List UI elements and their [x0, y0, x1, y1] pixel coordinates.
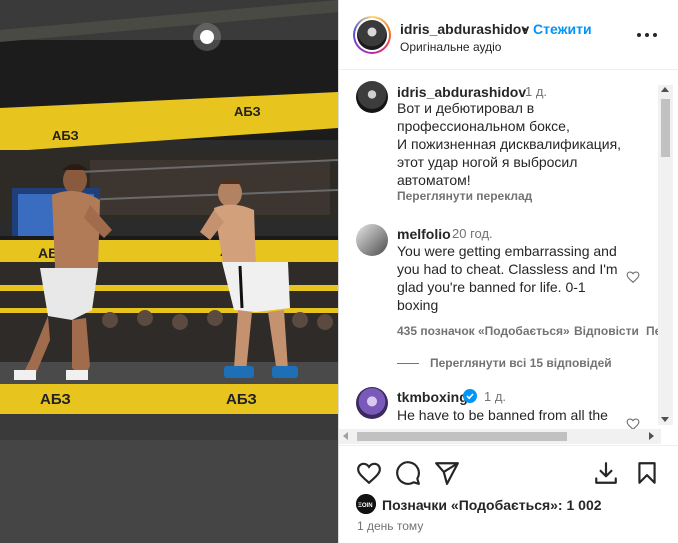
comments-section[interactable]: idris_abdurashidov 1 д. Вот и дебютирова… [339, 71, 678, 443]
author-username[interactable]: idris_abdurashidov [400, 21, 529, 37]
liker-avatar[interactable]: ΞOIN [356, 494, 376, 514]
likes-count[interactable]: Позначки «Подобається»: 1 002 [382, 497, 602, 513]
scroll-down-arrow-icon[interactable] [661, 417, 669, 422]
boxing-photo: АБЗ АБЗ АБЗ АБЗ АБЗ АБЗ [0, 0, 338, 543]
post-actions: ΞOIN Позначки «Подобається»: 1 002 1 ден… [339, 445, 678, 543]
caption-author-avatar[interactable] [356, 81, 388, 113]
caption-username[interactable]: idris_abdurashidov [397, 84, 526, 100]
author-avatar[interactable] [353, 16, 391, 54]
comment-reply-button[interactable]: Відповісти [574, 324, 639, 338]
post-header: idris_abdurashidov • Стежити Оригінальне… [339, 0, 678, 70]
comments-horizontal-scrollbar[interactable] [339, 429, 661, 444]
bookmark-icon[interactable] [634, 460, 660, 486]
horizontal-scrollbar-thumb[interactable] [357, 432, 567, 441]
comment-text: You were getting embarrassing and you ha… [397, 243, 618, 313]
post-timestamp: 1 день тому [357, 519, 424, 533]
comment-like-heart-icon[interactable] [626, 270, 640, 284]
post-panel: idris_abdurashidov • Стежити Оригінальне… [338, 0, 678, 543]
banner-text-2: АБЗ [234, 104, 261, 119]
scroll-up-arrow-icon[interactable] [661, 87, 669, 92]
svg-text:ΞOIN: ΞOIN [358, 503, 373, 509]
comment-username[interactable]: melfolio [397, 226, 451, 242]
header-separator: • [522, 21, 527, 37]
comment-time: 20 год. [452, 226, 493, 241]
caption-time: 1 д. [525, 84, 548, 99]
scroll-left-arrow-icon[interactable] [343, 432, 348, 440]
send-icon[interactable] [434, 460, 460, 486]
download-icon[interactable] [593, 460, 619, 486]
comment-avatar[interactable] [356, 387, 388, 419]
see-translation-link[interactable]: Переглянути переклад [397, 189, 532, 203]
banner-text-1: АБЗ [52, 128, 79, 143]
post-media[interactable]: АБЗ АБЗ АБЗ АБЗ АБЗ АБЗ [0, 0, 338, 543]
heart-icon[interactable] [356, 460, 382, 486]
more-horizontal-icon[interactable] [636, 28, 658, 42]
view-replies-link[interactable]: Переглянути всі 15 відповідей [430, 356, 612, 370]
scroll-right-arrow-icon[interactable] [649, 432, 654, 440]
comment-icon[interactable] [395, 460, 421, 486]
comment-avatar[interactable] [356, 224, 388, 256]
replies-divider [397, 363, 419, 364]
banner-text-5: АБЗ [40, 391, 71, 408]
comment-text: He have to be banned from all the [397, 407, 608, 423]
comment-time: 1 д. [484, 389, 507, 404]
verified-badge-icon [463, 389, 477, 403]
comments-vertical-scrollbar[interactable] [658, 85, 673, 425]
caption-text: Вот и дебютировал в профессиональном бок… [397, 100, 622, 188]
comment-likes-count[interactable]: 435 позначок «Подобається» [397, 324, 570, 338]
banner-text-6: АБЗ [226, 391, 257, 408]
audio-label[interactable]: Оригінальне аудіо [400, 40, 501, 54]
scrollbar-thumb[interactable] [661, 99, 670, 157]
follow-button[interactable]: Стежити [533, 21, 592, 37]
comment-username[interactable]: tkmboxing [397, 389, 468, 405]
